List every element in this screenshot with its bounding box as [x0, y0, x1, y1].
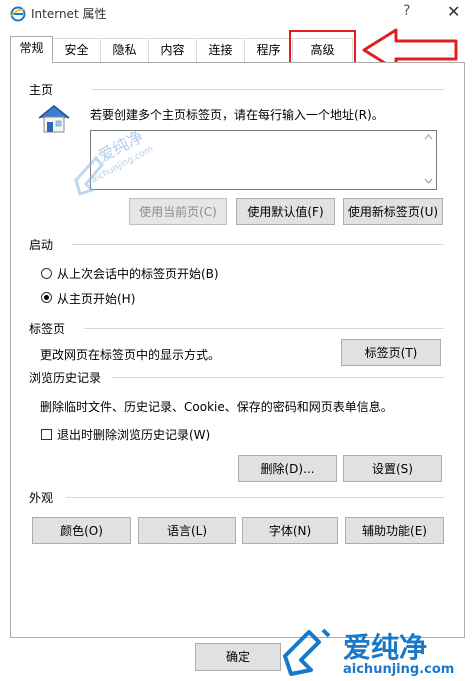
history-settings-button[interactable]: 设置(S) — [343, 455, 442, 482]
history-description: 删除临时文件、历史记录、Cookie、保存的密码和网页表单信息。 — [40, 400, 393, 414]
tab-privacy[interactable]: 隐私 — [100, 38, 149, 62]
use-current-button[interactable]: 使用当前页(C) — [129, 198, 227, 225]
startup-separator — [72, 244, 444, 245]
radio-last-session[interactable] — [41, 268, 52, 279]
appearance-separator — [66, 497, 444, 498]
colors-button[interactable]: 颜色(O) — [32, 517, 131, 544]
internet-explorer-icon — [10, 6, 26, 22]
delete-on-exit-label[interactable]: 退出时删除浏览历史记录(W) — [57, 426, 210, 443]
tabs-separator — [84, 328, 444, 329]
home-section-label: 主页 — [29, 83, 54, 97]
languages-button[interactable]: 语言(L) — [138, 517, 236, 544]
scroll-up-icon[interactable] — [424, 134, 433, 140]
watermark-big-text: 爱纯净 — [343, 631, 428, 664]
use-new-tab-button[interactable]: 使用新标签页(U) — [343, 198, 443, 225]
tab-content[interactable]: 内容 — [148, 38, 197, 62]
use-default-button[interactable]: 使用默认值(F) — [236, 198, 335, 225]
history-section-label: 浏览历史记录 — [29, 371, 102, 385]
tabs-description: 更改网页在标签页中的显示方式。 — [40, 348, 221, 362]
delete-on-exit-checkbox[interactable] — [41, 429, 52, 440]
tab-general[interactable]: 常规 — [10, 36, 53, 63]
tab-programs[interactable]: 程序 — [244, 38, 293, 62]
watermark-logo-icon — [283, 628, 331, 676]
tab-security[interactable]: 安全 — [52, 38, 101, 62]
radio-home-page[interactable] — [41, 292, 52, 303]
history-separator — [112, 377, 444, 378]
textarea-scrollbar[interactable] — [421, 131, 436, 189]
watermark-big-url: aichunjing.com — [343, 662, 455, 677]
watermark-logo-big: 爱纯净 aichunjing.com — [277, 624, 475, 681]
help-button[interactable]: ? — [403, 3, 410, 19]
home-description: 若要创建多个主页标签页，请在每行输入一个地址(R)。 — [90, 108, 384, 122]
fonts-button[interactable]: 字体(N) — [242, 517, 338, 544]
appearance-section-label: 外观 — [29, 491, 54, 505]
home-separator — [92, 89, 444, 90]
window-title: Internet 属性 — [31, 7, 107, 21]
close-button[interactable]: ✕ — [447, 2, 460, 21]
tab-connections[interactable]: 连接 — [196, 38, 245, 62]
tabs-section-label: 标签页 — [29, 322, 66, 336]
tabs-settings-button[interactable]: 标签页(T) — [341, 339, 441, 366]
radio-last-session-label[interactable]: 从上次会话中的标签页开始(B) — [57, 265, 219, 282]
delete-history-button[interactable]: 删除(D)... — [238, 455, 337, 482]
scroll-down-icon[interactable] — [424, 178, 433, 184]
ok-button[interactable]: 确定 — [195, 643, 281, 671]
radio-home-page-label[interactable]: 从主页开始(H) — [57, 290, 135, 307]
startup-section-label: 启动 — [29, 238, 54, 252]
accessibility-button[interactable]: 辅助功能(E) — [345, 517, 444, 544]
